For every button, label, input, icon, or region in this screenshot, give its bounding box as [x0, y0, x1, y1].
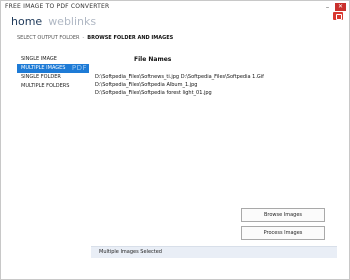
- list-item[interactable]: D:\Softpedia_Files\Softpedia forest ligh…: [95, 89, 335, 97]
- app-window: FREE IMAGE TO PDF CONVERTER – ✕ home web…: [0, 0, 350, 280]
- breadcrumb-separator: -: [82, 35, 85, 41]
- title-bar: FREE IMAGE TO PDF CONVERTER – ✕: [1, 1, 349, 15]
- list-item[interactable]: D:\Softpedia_Files\Softpedia Album_1.jpg: [95, 81, 335, 89]
- sidebar-item-multiple-images[interactable]: MULTIPLE IMAGES PDF: [17, 64, 89, 73]
- mode-sidebar: SINGLE IMAGE MULTIPLE IMAGES PDF SINGLE …: [17, 55, 89, 91]
- sidebar-item-label: MULTIPLE FOLDERS: [21, 83, 70, 89]
- sidebar-item-multiple-folders[interactable]: MULTIPLE FOLDERS: [17, 82, 89, 91]
- sidebar-item-single-image[interactable]: SINGLE IMAGE: [17, 55, 89, 64]
- close-icon[interactable]: ✕: [335, 3, 346, 11]
- sidebar-item-label: SINGLE FOLDER: [21, 74, 61, 80]
- list-item[interactable]: D:\Softpedia_Files\Softnews_ti.jpg D:\So…: [95, 73, 335, 81]
- breadcrumb-browse-folder-and-images[interactable]: BROWSE FOLDER AND IMAGES: [87, 35, 173, 41]
- file-list[interactable]: D:\Softpedia_Files\Softnews_ti.jpg D:\So…: [95, 73, 335, 97]
- sidebar-item-label: MULTIPLE IMAGES: [21, 65, 66, 71]
- browse-images-button[interactable]: Browse Images: [241, 208, 325, 222]
- nav-home[interactable]: home: [11, 15, 42, 28]
- pdf-app-icon[interactable]: [333, 12, 343, 20]
- breadcrumb-select-output-folder[interactable]: SELECT OUTPUT FOLDER: [17, 35, 79, 41]
- top-nav: home weblinks: [11, 15, 96, 28]
- process-images-button[interactable]: Process Images: [241, 226, 325, 240]
- window-controls: – ✕: [323, 3, 346, 11]
- sidebar-item-ghost-text: PDF: [71, 64, 87, 72]
- breadcrumb: SELECT OUTPUT FOLDER - BROWSE FOLDER AND…: [17, 35, 173, 41]
- status-text: Multiple Images Selected: [99, 249, 162, 255]
- status-bar: Multiple Images Selected: [91, 246, 337, 258]
- app-title: FREE IMAGE TO PDF CONVERTER: [5, 3, 110, 10]
- file-names-header: File Names: [134, 56, 172, 63]
- minimize-icon[interactable]: –: [323, 3, 332, 11]
- nav-weblinks[interactable]: weblinks: [48, 15, 96, 28]
- sidebar-item-single-folder[interactable]: SINGLE FOLDER: [17, 73, 89, 82]
- sidebar-item-label: SINGLE IMAGE: [21, 56, 57, 62]
